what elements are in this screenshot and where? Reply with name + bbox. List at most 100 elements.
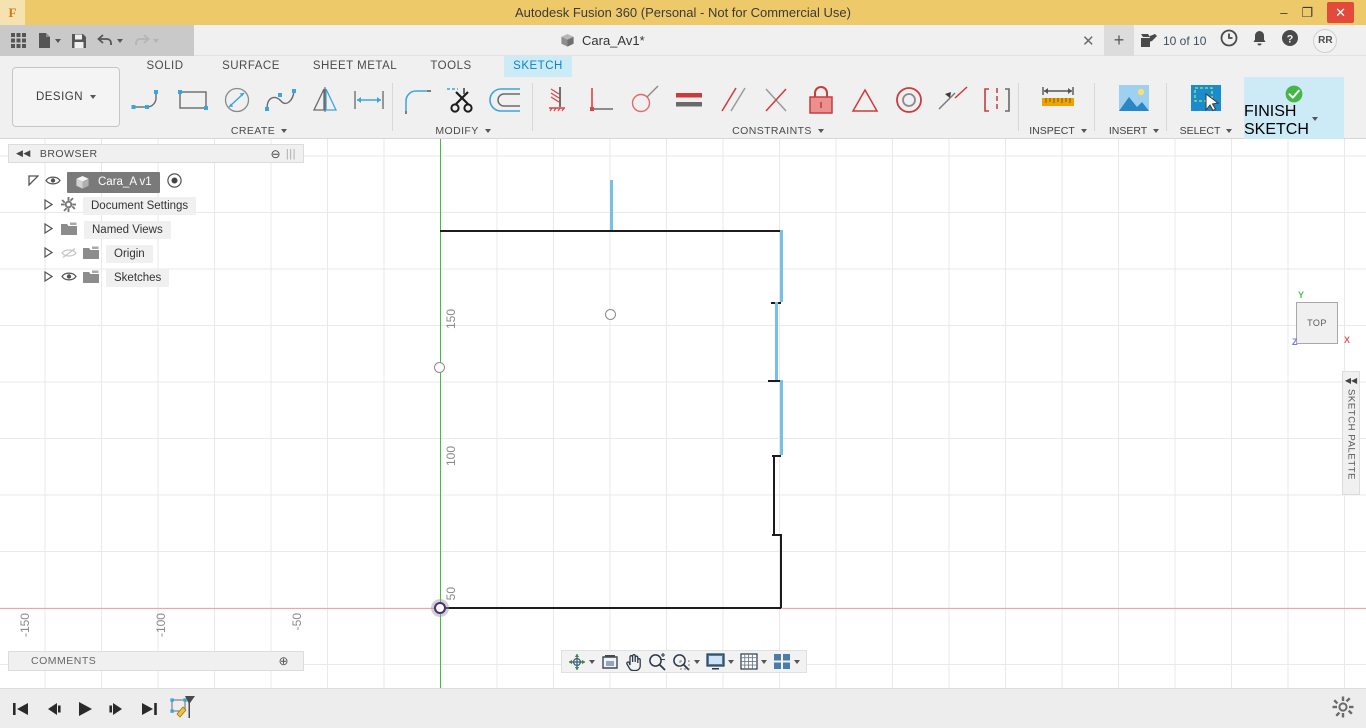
- browser-item-origin[interactable]: Origin: [8, 242, 304, 266]
- play-button[interactable]: [72, 696, 98, 722]
- offset-tool[interactable]: [484, 80, 526, 120]
- new-tab-button[interactable]: +: [1104, 25, 1134, 56]
- inspect-button[interactable]: INSPECT: [1022, 77, 1094, 139]
- pan-icon[interactable]: [623, 652, 644, 672]
- go-to-beginning-button[interactable]: [8, 696, 34, 722]
- sketch-segment-inner-vertical[interactable]: [773, 455, 775, 535]
- sketch-segment-bottom-horizontal[interactable]: [440, 607, 781, 609]
- line-tool[interactable]: [128, 80, 170, 120]
- sketch-endpoint-top[interactable]: [605, 309, 616, 320]
- zoom-window-icon[interactable]: [670, 652, 702, 672]
- symmetry-constraint[interactable]: [976, 80, 1018, 120]
- sketch-feature-marker[interactable]: [168, 696, 200, 722]
- tab-solid[interactable]: SOLID: [130, 56, 200, 77]
- document-tab[interactable]: Cara_Av1*: [560, 25, 645, 56]
- step-forward-button[interactable]: [104, 696, 130, 722]
- circle-tool[interactable]: [216, 80, 258, 120]
- eye-icon[interactable]: [45, 175, 61, 189]
- collapse-left-icon[interactable]: ◀◀: [1345, 376, 1357, 385]
- constraints-group-label[interactable]: CONSTRAINTS: [536, 125, 1020, 137]
- fillet-tool[interactable]: [396, 80, 438, 120]
- eye-icon[interactable]: [61, 271, 77, 285]
- orbit-icon[interactable]: [566, 652, 597, 672]
- modify-group-label[interactable]: MODIFY: [396, 125, 530, 137]
- expand-arrow-icon[interactable]: [28, 175, 39, 189]
- coincident-constraint[interactable]: [756, 80, 798, 120]
- browser-item-named-views[interactable]: Named Views: [8, 218, 304, 242]
- collapse-left-icon[interactable]: ◀◀: [16, 148, 31, 159]
- browser-item-document-settings[interactable]: Document Settings: [8, 194, 304, 218]
- redo-icon[interactable]: [129, 30, 163, 51]
- view-cube[interactable]: TOP: [1296, 302, 1338, 344]
- viewports-icon[interactable]: [771, 652, 802, 671]
- chevron-down-icon[interactable]: [761, 660, 767, 664]
- select-button[interactable]: SELECT: [1170, 77, 1242, 139]
- browser-item-row[interactable]: Cara_A v1: [67, 172, 160, 193]
- browser-item-sketches[interactable]: Sketches: [8, 266, 304, 290]
- chevron-down-icon[interactable]: [794, 660, 800, 664]
- chevron-down-icon[interactable]: [728, 660, 734, 664]
- tab-sheet-metal[interactable]: SHEET METAL: [300, 56, 410, 77]
- comments-panel-header[interactable]: COMMENTS ⊕: [8, 651, 304, 671]
- sketch-segment-top-horizontal[interactable]: [440, 230, 781, 232]
- sketch-segment-mid-vertical-b[interactable]: [780, 380, 783, 455]
- step-back-button[interactable]: [40, 696, 66, 722]
- bell-icon[interactable]: [1252, 30, 1267, 52]
- look-at-icon[interactable]: [599, 653, 621, 671]
- trim-tool[interactable]: [440, 80, 482, 120]
- chevron-down-icon[interactable]: [694, 660, 700, 664]
- insert-button[interactable]: INSERT: [1098, 77, 1170, 139]
- tab-tools[interactable]: TOOLS: [418, 56, 484, 77]
- sketch-dimension-tool[interactable]: [348, 80, 390, 120]
- apps-grid-icon[interactable]: [6, 29, 31, 52]
- help-icon[interactable]: ?: [1281, 29, 1299, 52]
- sketch-segment-lower-right-vertical[interactable]: [780, 534, 782, 608]
- rectangle-tool[interactable]: [172, 80, 214, 120]
- tab-surface[interactable]: SURFACE: [208, 56, 294, 77]
- mirror-tool[interactable]: [304, 80, 346, 120]
- chevron-right-icon[interactable]: [44, 199, 53, 213]
- close-icon[interactable]: ✕: [1082, 32, 1095, 50]
- tab-sketch[interactable]: SKETCH: [504, 56, 572, 77]
- eye-hidden-icon[interactable]: [61, 247, 77, 262]
- minimize-button[interactable]: –: [1280, 6, 1287, 19]
- maximize-button[interactable]: ❐: [1301, 6, 1313, 19]
- new-document-icon[interactable]: [33, 29, 65, 52]
- workspace-switcher-button[interactable]: DESIGN: [12, 67, 120, 127]
- finish-sketch-button[interactable]: FINISH SKETCH: [1244, 77, 1344, 139]
- chevron-down-icon[interactable]: [589, 660, 595, 664]
- sketch-segment-right-upper-vertical[interactable]: [780, 230, 783, 302]
- create-group-label[interactable]: CREATE: [128, 125, 390, 137]
- go-to-end-button[interactable]: [136, 696, 162, 722]
- collinear-constraint[interactable]: [932, 80, 974, 120]
- save-icon[interactable]: [67, 30, 91, 52]
- perpendicular-constraint[interactable]: [580, 80, 622, 120]
- display-settings-icon[interactable]: [704, 652, 736, 671]
- chevron-right-icon[interactable]: [44, 247, 53, 261]
- chevron-down-icon[interactable]: [55, 39, 61, 43]
- fix-unfix-constraint[interactable]: [800, 80, 842, 120]
- avatar[interactable]: RR: [1313, 29, 1337, 53]
- add-comment-icon[interactable]: ⊕: [278, 654, 289, 668]
- sketch-endpoint-left[interactable]: [434, 362, 445, 373]
- spline-tool[interactable]: [260, 80, 302, 120]
- sketch-origin-point[interactable]: [431, 599, 449, 617]
- sketch-segment-mid-vertical-a[interactable]: [775, 302, 778, 380]
- horizontal-vertical-constraint[interactable]: [536, 80, 578, 120]
- chevron-down-icon[interactable]: [117, 39, 123, 43]
- activate-target-icon[interactable]: [167, 173, 182, 191]
- midpoint-constraint[interactable]: [844, 80, 886, 120]
- chevron-down-icon[interactable]: [153, 39, 159, 43]
- close-button[interactable]: ✕: [1327, 2, 1354, 23]
- minus-icon[interactable]: ⊖: [270, 147, 281, 161]
- chevron-right-icon[interactable]: [44, 271, 53, 285]
- clock-icon[interactable]: [1220, 29, 1238, 52]
- undo-icon[interactable]: [93, 30, 127, 51]
- parallel-constraint[interactable]: [712, 80, 754, 120]
- settings-gear-icon[interactable]: [1332, 696, 1354, 723]
- resize-handle[interactable]: |||: [286, 148, 296, 160]
- grid-snaps-icon[interactable]: [738, 652, 769, 671]
- jobs-status[interactable]: 10 of 10: [1140, 33, 1206, 49]
- equal-constraint[interactable]: [668, 80, 710, 120]
- sketch-segment-top-construction-line[interactable]: [610, 180, 613, 230]
